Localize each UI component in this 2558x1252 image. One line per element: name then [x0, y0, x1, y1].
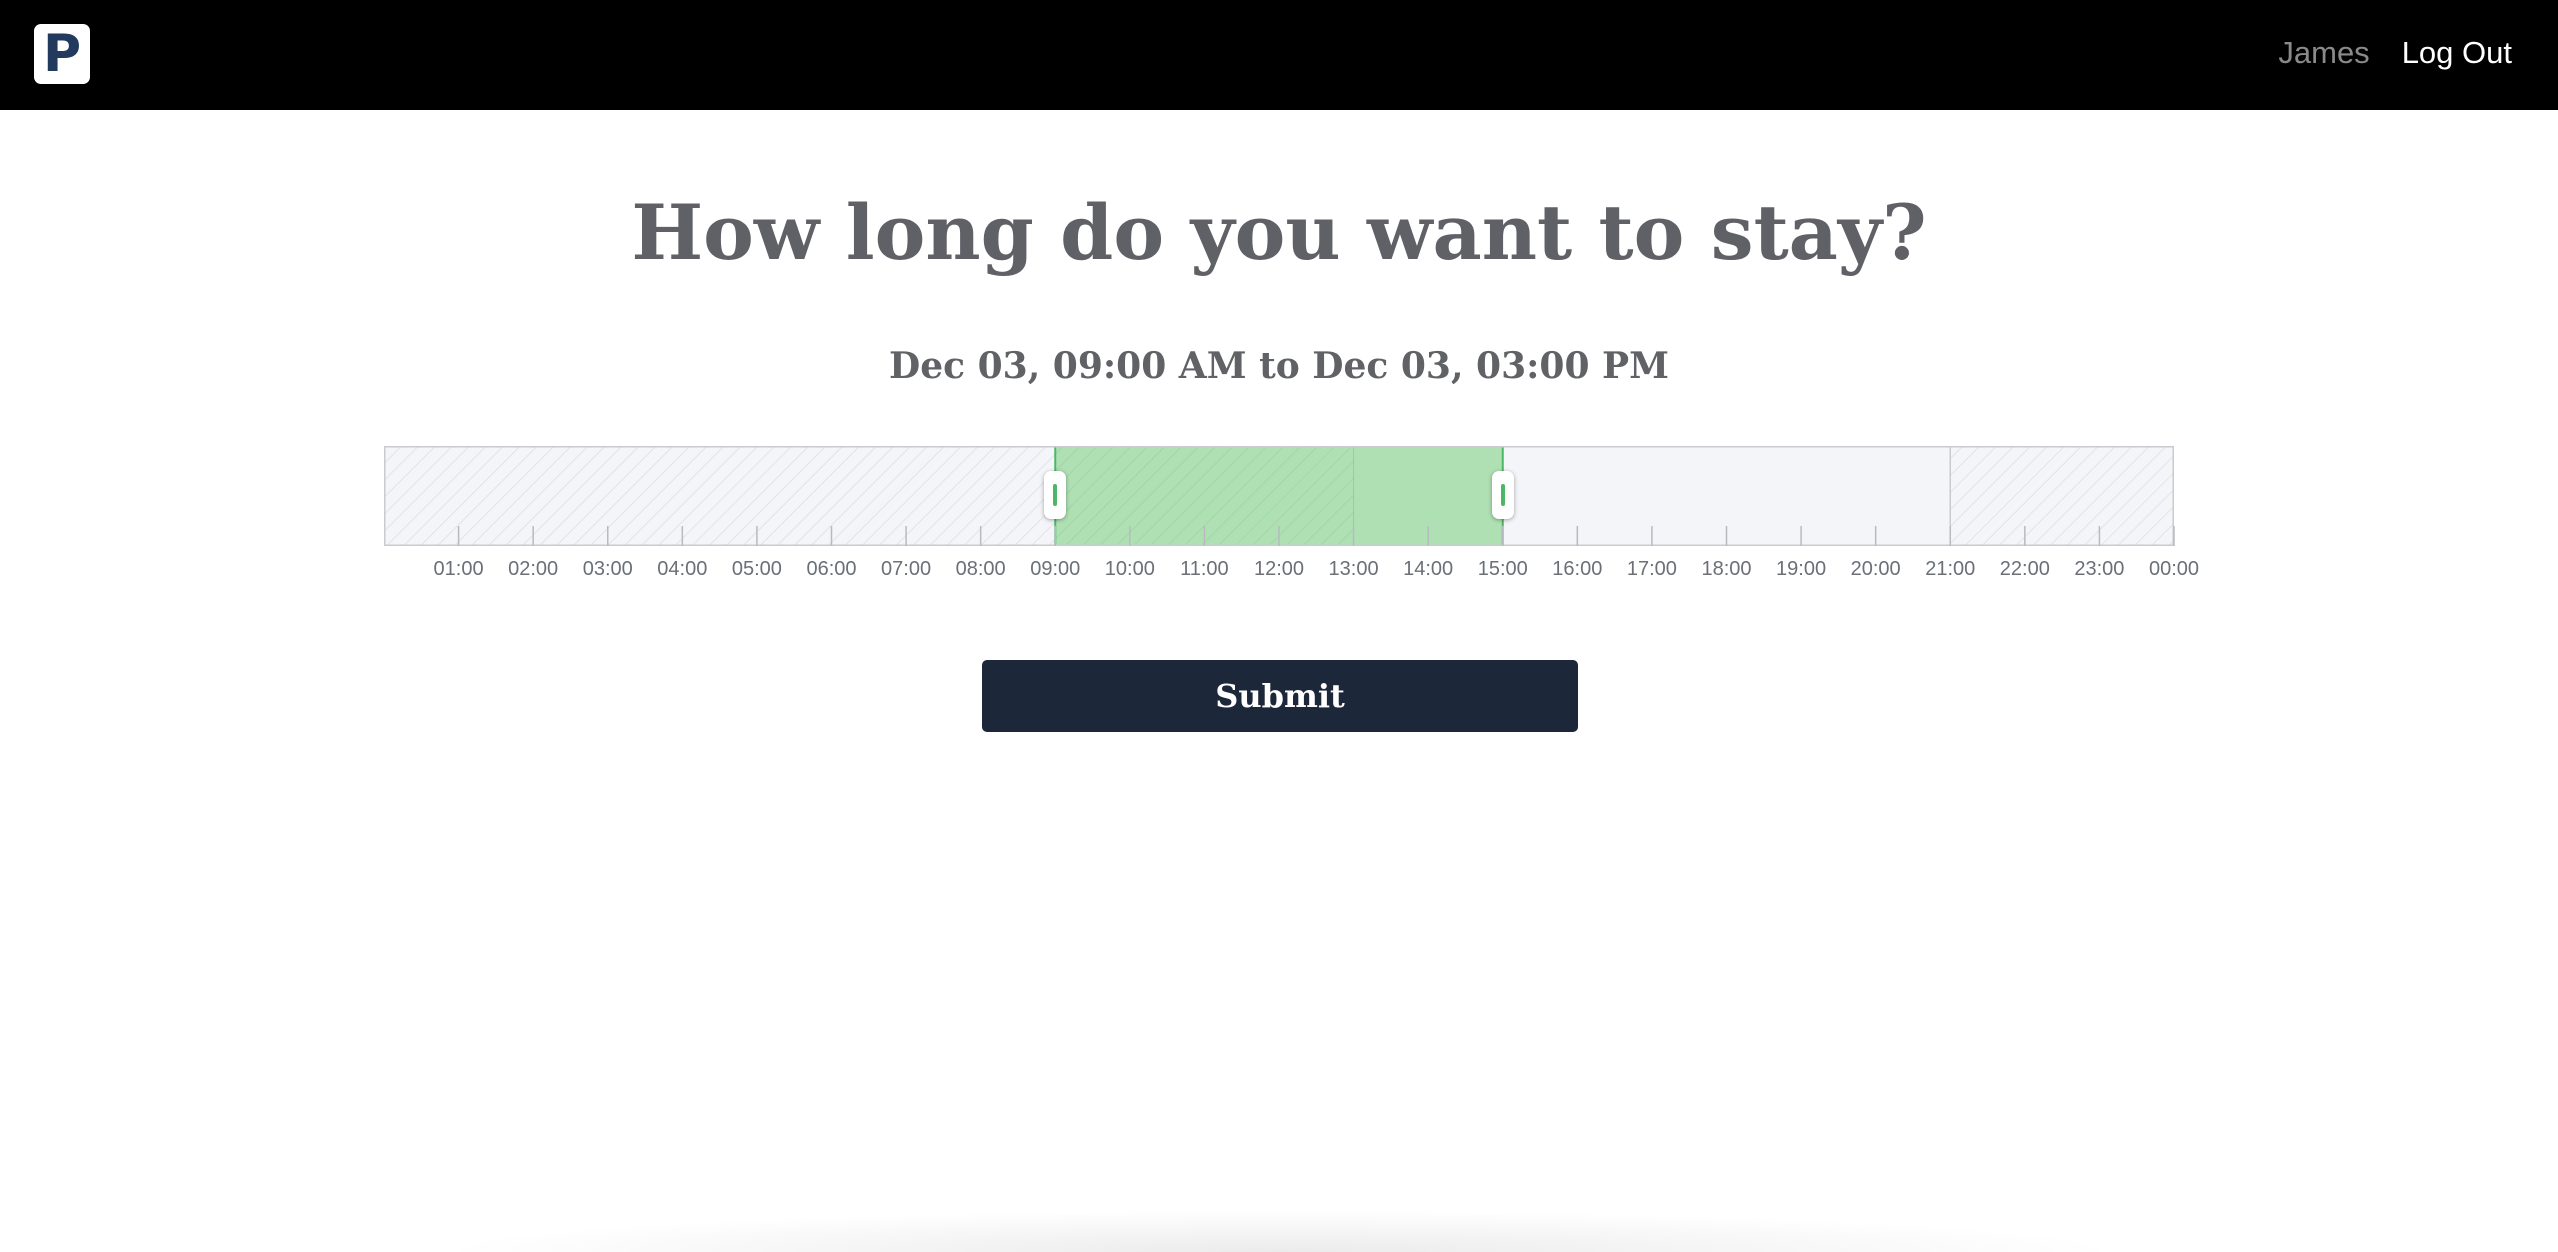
logout-link[interactable]: Log Out [2402, 35, 2512, 71]
time-range-track[interactable] [384, 446, 2175, 546]
hour-tick-label: 18:00 [1701, 558, 1752, 580]
hour-tick-label: 12:00 [1253, 558, 1305, 580]
hour-tick-label: 20:00 [1850, 558, 1901, 580]
range-handle-start[interactable] [1044, 471, 1067, 519]
hour-tick-label: 14:00 [1403, 558, 1454, 580]
hour-tick-label: 00:00 [2148, 558, 2200, 580]
hour-tick-label: 13:00 [1328, 558, 1379, 580]
hour-tick-label: 22:00 [1999, 558, 2050, 580]
hour-tick-label: 07:00 [881, 558, 932, 580]
page-title: How long do you want to stay? [631, 188, 1927, 277]
hour-tick-label: 23:00 [2074, 558, 2125, 580]
submit-button[interactable]: Submit [982, 660, 1578, 732]
hour-tick-label: 16:00 [1552, 558, 1603, 580]
logo[interactable]: P [34, 24, 90, 84]
logo-letter: P [42, 24, 82, 84]
navbar: P James Log Out [0, 0, 2558, 110]
unavailable-range-before [384, 446, 1056, 546]
hour-tick-label: 15:00 [1477, 558, 1528, 580]
bottom-shadow [430, 1210, 2130, 1252]
hour-tick-label: 05:00 [731, 558, 782, 580]
hour-tick-label: 03:00 [582, 558, 633, 580]
hour-tick-label: 06:00 [806, 558, 857, 580]
hour-tick-label: 17:00 [1626, 558, 1677, 580]
hour-tick-label: 21:00 [1925, 558, 1976, 580]
hour-tick-label: 10:00 [1104, 558, 1155, 580]
unavailable-range-after [1950, 446, 2174, 546]
hour-tick-label: 09:00 [1030, 558, 1081, 580]
hour-tick-label: 08:00 [955, 558, 1006, 580]
user-name[interactable]: James [2278, 35, 2369, 71]
hour-tick-label: 04:00 [657, 558, 708, 580]
hour-tick-label: 11:00 [1180, 558, 1229, 580]
hour-tick-label: 19:00 [1776, 558, 1827, 580]
nav-right: James Log Out [2278, 30, 2512, 76]
selected-range-text: Dec 03, 09:00 AM to Dec 03, 03:00 PM [889, 345, 1669, 387]
range-handle-end[interactable] [1491, 471, 1514, 519]
time-range-slider[interactable] [384, 446, 2175, 546]
hour-tick-label: 02:00 [508, 558, 559, 580]
hour-tick-label: 01:00 [433, 558, 484, 580]
